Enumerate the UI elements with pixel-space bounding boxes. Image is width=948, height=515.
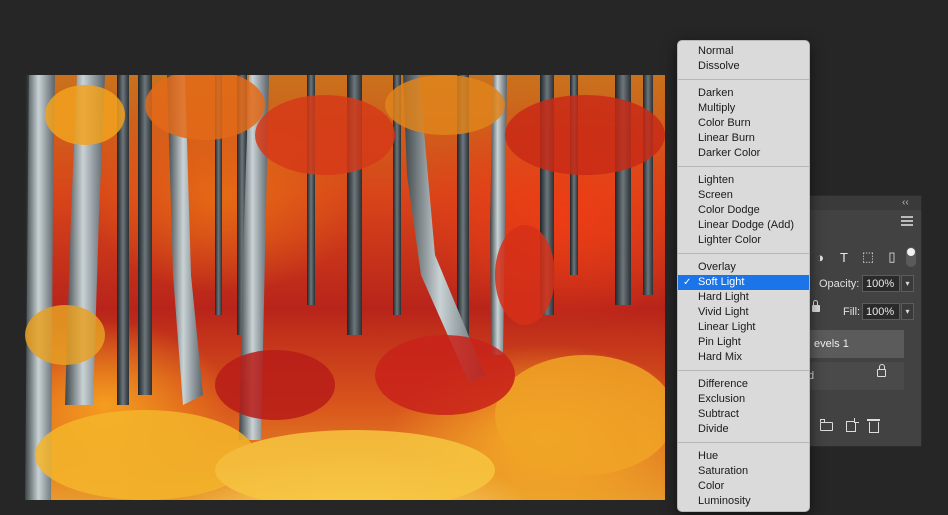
- blend-option-label: Exclusion: [698, 393, 746, 405]
- checkmark-icon: ✓: [683, 277, 692, 288]
- blend-option-label: Lighter Color: [698, 234, 761, 246]
- blend-option-label: Darken: [698, 87, 734, 99]
- blend-option-label: Hue: [698, 450, 719, 462]
- opacity-label: Opacity:: [819, 278, 860, 290]
- blend-option-label: Soft Light: [698, 276, 745, 288]
- fill-field[interactable]: 100%: [862, 303, 900, 320]
- blend-option-label: Multiply: [698, 102, 736, 114]
- menu-group: Lighten Screen Color Dodge Linear Dodge (Ad…: [678, 173, 809, 248]
- blend-option-label: Overlay: [698, 261, 736, 273]
- panel-menu-icon[interactable]: [901, 216, 913, 226]
- blend-option-label: Dissolve: [698, 60, 740, 72]
- menu-separator: [678, 166, 809, 167]
- forest-artwork: [25, 75, 665, 500]
- blend-mode-menu[interactable]: Normal Dissolve Darken Multiply Color Burn Li…: [677, 40, 810, 512]
- blend-option-label: Difference: [698, 378, 748, 390]
- blend-option-exclusion[interactable]: Exclusion: [678, 392, 809, 407]
- blend-option-linear-burn[interactable]: Linear Burn: [678, 131, 809, 146]
- blend-option-label: Color Burn: [698, 117, 751, 129]
- blend-option-label: Luminosity: [698, 495, 751, 507]
- blend-option-hue[interactable]: Hue: [678, 449, 809, 464]
- blend-option-color[interactable]: Color: [678, 479, 809, 494]
- blend-option-subtract[interactable]: Subtract: [678, 407, 809, 422]
- blend-option-soft-light[interactable]: ✓ Soft Light: [678, 275, 809, 290]
- menu-separator: [678, 253, 809, 254]
- blend-option-color-burn[interactable]: Color Burn: [678, 116, 809, 131]
- fill-label: Fill:: [843, 306, 861, 318]
- blend-option-overlay[interactable]: Overlay: [678, 260, 809, 275]
- filter-toggle[interactable]: [906, 247, 916, 267]
- new-group-icon[interactable]: [819, 419, 833, 431]
- blend-option-saturation[interactable]: Saturation: [678, 464, 809, 479]
- blend-option-dissolve[interactable]: Dissolve: [678, 59, 809, 74]
- blend-option-label: Normal: [698, 45, 734, 57]
- opacity-field[interactable]: 100%: [862, 275, 900, 292]
- blend-option-label: Linear Light: [698, 321, 756, 333]
- new-layer-icon[interactable]: [846, 418, 859, 432]
- blend-option-pin-light[interactable]: Pin Light: [678, 335, 809, 350]
- blend-option-label: Subtract: [698, 408, 739, 420]
- menu-separator: [678, 442, 809, 443]
- menu-separator: [678, 370, 809, 371]
- lock-icon: [877, 364, 886, 377]
- blend-option-linear-light[interactable]: Linear Light: [678, 320, 809, 335]
- layer-filter-icons: ◑ T ⬚ ▯: [812, 248, 900, 266]
- blend-option-multiply[interactable]: Multiply: [678, 101, 809, 116]
- type-filter-icon[interactable]: T: [836, 250, 852, 265]
- layer-name: evels 1: [814, 338, 849, 350]
- blend-option-linear-dodge-add[interactable]: Linear Dodge (Add): [678, 218, 809, 233]
- shape-filter-icon[interactable]: ⬚: [860, 249, 876, 265]
- blend-option-vivid-light[interactable]: Vivid Light: [678, 305, 809, 320]
- blend-option-lighter-color[interactable]: Lighter Color: [678, 233, 809, 248]
- blend-option-label: Divide: [698, 423, 729, 435]
- menu-group: Darken Multiply Color Burn Linear Burn Darke…: [678, 86, 809, 161]
- blend-option-label: Linear Burn: [698, 132, 755, 144]
- blend-option-screen[interactable]: Screen: [678, 188, 809, 203]
- blend-option-label: Darker Color: [698, 147, 761, 159]
- blend-option-hard-light[interactable]: Hard Light: [678, 290, 809, 305]
- blend-option-label: Hard Mix: [698, 351, 743, 363]
- adjustment-filter-icon[interactable]: ◑: [812, 250, 828, 265]
- menu-group: Overlay ✓ Soft Light Hard Light Vivid Light L…: [678, 260, 809, 365]
- smart-object-filter-icon[interactable]: ▯: [884, 249, 900, 265]
- blend-option-label: Screen: [698, 189, 733, 201]
- layers-footer: [819, 418, 880, 433]
- menu-group: Normal Dissolve: [678, 44, 809, 74]
- menu-group: Difference Exclusion Subtract Divide: [678, 377, 809, 437]
- canvas-image: [25, 75, 665, 500]
- delete-layer-icon[interactable]: [867, 419, 880, 433]
- blend-option-color-dodge[interactable]: Color Dodge: [678, 203, 809, 218]
- blend-option-label: Color: [698, 480, 725, 492]
- blend-option-label: Hard Light: [698, 291, 749, 303]
- collapse-panel-icon[interactable]: ‹‹: [902, 197, 909, 208]
- blend-option-normal[interactable]: Normal: [678, 44, 809, 59]
- blend-option-darken[interactable]: Darken: [678, 86, 809, 101]
- blend-option-label: Color Dodge: [698, 204, 760, 216]
- blend-option-difference[interactable]: Difference: [678, 377, 809, 392]
- blend-option-darker-color[interactable]: Darker Color: [678, 146, 809, 161]
- menu-group: Hue Saturation Color Luminosity: [678, 449, 809, 509]
- menu-separator: [678, 79, 809, 80]
- opacity-dropdown-icon[interactable]: ▾: [901, 275, 914, 292]
- blend-option-divide[interactable]: Divide: [678, 422, 809, 437]
- blend-option-label: Vivid Light: [698, 306, 749, 318]
- blend-option-label: Lighten: [698, 174, 735, 186]
- blend-option-hard-mix[interactable]: Hard Mix: [678, 350, 809, 365]
- lock-pixels-icon[interactable]: [812, 300, 820, 312]
- blend-option-luminosity[interactable]: Luminosity: [678, 494, 809, 509]
- blend-option-label: Saturation: [698, 465, 749, 477]
- blend-option-label: Pin Light: [698, 336, 741, 348]
- blend-option-label: Linear Dodge (Add): [698, 219, 795, 231]
- fill-dropdown-icon[interactable]: ▾: [901, 303, 914, 320]
- blend-option-lighten[interactable]: Lighten: [678, 173, 809, 188]
